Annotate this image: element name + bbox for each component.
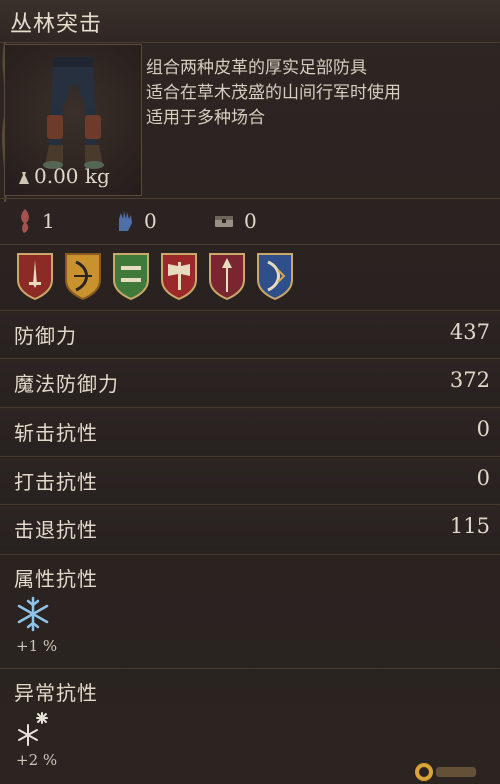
section-label: 属性抗性: [14, 567, 98, 591]
spear-shield-icon: [209, 253, 245, 300]
attribute-resistance-section: 属性抗性 +1 %: [0, 554, 500, 669]
stat-row-defense: 防御力 437: [0, 310, 500, 357]
snowflake-icon: [17, 596, 49, 632]
requirement-value: 1: [42, 209, 55, 233]
stat-label: 打击抗性: [14, 470, 98, 494]
divider: [0, 244, 500, 245]
strength-icon: [21, 209, 29, 233]
description-line: 组合两种皮革的厚实足部防具: [146, 58, 367, 78]
stat-row-knockback-resist: 击退抗性 115: [0, 504, 500, 551]
item-description: 组合两种皮革的厚实足部防具 适合在草木茂盛的山间行军时使用 适用于多种场合: [146, 56, 496, 131]
divider: [0, 198, 500, 199]
stat-row-slash-resist: 斩击抗性 0: [0, 407, 500, 454]
item-chest-icon: [215, 216, 233, 227]
stat-row-strike-resist: 打击抗性 0: [0, 456, 500, 503]
resistance-value: +2 %: [16, 751, 58, 769]
description-line: 适用于多种场合: [146, 108, 265, 128]
dexterity-hand-icon: [119, 211, 132, 231]
magic-bow-shield-icon: [257, 253, 293, 300]
watermark-logo-icon: [415, 763, 476, 781]
description-line: 适合在草木茂盛的山间行军时使用: [146, 83, 401, 103]
bow-shield-icon: [65, 253, 101, 300]
frost-crystals-icon: [18, 712, 48, 746]
axe-shield-icon: [161, 253, 197, 300]
crossbow-shield-icon: [113, 253, 149, 300]
item-name: 丛林突击: [10, 12, 103, 37]
stat-value: 437: [449, 320, 490, 344]
stat-value: 0: [476, 466, 490, 490]
stat-value: 0: [476, 417, 490, 441]
resistance-value: +1 %: [16, 637, 58, 655]
requirement-chest: 0: [214, 206, 257, 236]
section-label: 异常抗性: [14, 681, 98, 705]
stat-label: 魔法防御力: [14, 372, 119, 396]
stat-label: 击退抗性: [14, 518, 98, 542]
stat-label: 防御力: [14, 324, 77, 348]
weight-icon: [19, 172, 29, 184]
requirement-dexterity: 0: [116, 206, 157, 236]
stat-value: 115: [449, 514, 490, 538]
title-bar: 丛林突击: [0, 0, 500, 43]
item-tooltip-panel: 丛林突击 0.00 kg 组合两种皮革的厚实足部防具 适合在草木茂盛的山间行军时…: [0, 0, 500, 783]
requirement-strength: 1: [18, 206, 55, 236]
requirement-value: 0: [244, 209, 257, 233]
sword-shield-icon: [17, 253, 53, 300]
stat-row-magic-defense: 魔法防御力 372: [0, 358, 500, 405]
requirement-value: 0: [144, 209, 157, 233]
item-weight: 0.00 kg: [34, 164, 110, 188]
stat-value: 372: [449, 368, 490, 392]
stat-label: 斩击抗性: [14, 421, 98, 445]
